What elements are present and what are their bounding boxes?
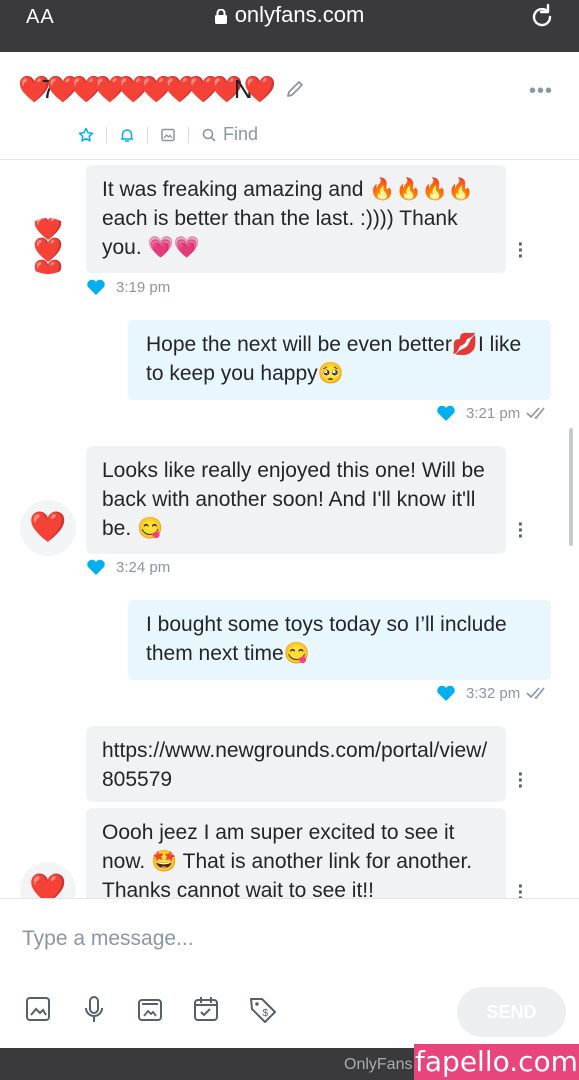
bell-icon[interactable] <box>119 127 135 143</box>
media-vault-icon[interactable] <box>136 995 166 1025</box>
message-meta: 3:24 pm <box>86 558 170 576</box>
message-time: 3:32 pm <box>466 684 521 702</box>
browser-url-bar: AA onlyfans.com <box>0 0 579 52</box>
avatar-hearts: ❤️ <box>29 873 67 898</box>
message-text: I bought some toys today so I’ll include… <box>146 613 507 665</box>
find-label: Find <box>223 124 259 144</box>
message-link[interactable]: https://www.newgrounds.com/portal/view/8… <box>102 739 487 791</box>
double-check-icon <box>526 407 545 420</box>
message-options-icon[interactable]: ··· <box>516 235 526 267</box>
scrollbar[interactable] <box>569 428 573 546</box>
message-options-icon[interactable]: ··· <box>516 515 526 547</box>
contact-name[interactable]: ❤️7❤️❤️❤️❤️❤️❤️❤️❤️N❤️ <box>18 74 276 105</box>
divider <box>106 126 107 143</box>
incoming-message[interactable]: Looks like really enjoyed this one! Will… <box>86 446 506 554</box>
message-time: 3:24 pm <box>116 558 171 576</box>
avatar[interactable]: ❤️ <box>20 500 76 556</box>
more-options-icon[interactable]: ••• <box>529 80 553 103</box>
pencil-icon[interactable] <box>285 79 305 99</box>
incoming-message[interactable]: Oooh jeez I am super excited to see it n… <box>86 808 506 898</box>
incoming-link-message[interactable]: https://www.newgrounds.com/portal/view/8… <box>86 726 506 802</box>
message-meta: 3:19 pm <box>86 278 170 296</box>
message-text: Oooh jeez I am super excited to see it n… <box>102 821 473 898</box>
like-heart-icon[interactable] <box>86 558 106 576</box>
avatar[interactable]: ❤️❤️❤️ <box>20 218 76 274</box>
message-time: 3:19 pm <box>116 278 171 296</box>
send-button[interactable]: SEND <box>457 987 566 1037</box>
message-meta: 3:32 pm <box>436 684 550 702</box>
message-composer: $ SEND <box>0 898 579 1048</box>
like-heart-icon[interactable] <box>436 684 456 702</box>
chat-filter-tabs: Find <box>78 124 258 145</box>
address-field[interactable]: onlyfans.com <box>0 2 579 28</box>
calendar-check-icon[interactable] <box>192 995 222 1025</box>
svg-text:$: $ <box>263 1008 269 1019</box>
message-time: 3:21 pm <box>466 404 521 422</box>
contact-name-row: ❤️7❤️❤️❤️❤️❤️❤️❤️❤️N❤️ <box>18 66 305 112</box>
message-text: Looks like really enjoyed this one! Will… <box>102 459 485 540</box>
message-input[interactable] <box>22 919 542 959</box>
outgoing-message[interactable]: Hope the next will be even better💋I like… <box>128 320 551 400</box>
incoming-message[interactable]: It was freaking amazing and 🔥🔥🔥🔥 each is… <box>86 165 506 273</box>
like-heart-icon[interactable] <box>86 278 106 296</box>
double-check-icon <box>526 687 545 700</box>
microphone-icon[interactable] <box>80 995 110 1025</box>
divider <box>147 126 148 143</box>
reload-icon[interactable] <box>529 3 555 36</box>
avatar-hearts: ❤️❤️❤️ <box>33 218 63 274</box>
message-list[interactable]: ❤️❤️❤️ It was freaking amazing and 🔥🔥🔥🔥 … <box>0 160 579 898</box>
message-text: It was freaking amazing and 🔥🔥🔥🔥 each is… <box>102 178 474 259</box>
like-heart-icon[interactable] <box>436 404 456 422</box>
chat-header: ❤️7❤️❤️❤️❤️❤️❤️❤️❤️N❤️ ••• Find <box>0 52 579 160</box>
star-icon[interactable] <box>78 127 94 143</box>
message-options-icon[interactable]: ··· <box>516 765 526 797</box>
outgoing-message[interactable]: I bought some toys today so I’ll include… <box>128 600 551 680</box>
message-meta: 3:21 pm <box>436 404 550 422</box>
image-icon[interactable] <box>24 995 54 1025</box>
divider <box>188 126 189 143</box>
find-tab[interactable]: Find <box>201 124 258 145</box>
lock-icon <box>214 9 227 24</box>
image-icon[interactable] <box>160 127 176 143</box>
avatar-hearts: ❤️ <box>29 511 67 544</box>
search-icon <box>202 128 216 141</box>
url-text: onlyfans.com <box>234 2 365 27</box>
message-text: Hope the next will be even better💋I like… <box>146 333 522 385</box>
avatar[interactable]: ❤️ <box>20 862 76 898</box>
price-tag-icon[interactable]: $ <box>248 995 278 1025</box>
watermark: fapello.com <box>414 1044 579 1080</box>
tab-title: OnlyFans <box>344 1056 413 1073</box>
message-options-icon[interactable]: ··· <box>516 877 526 898</box>
